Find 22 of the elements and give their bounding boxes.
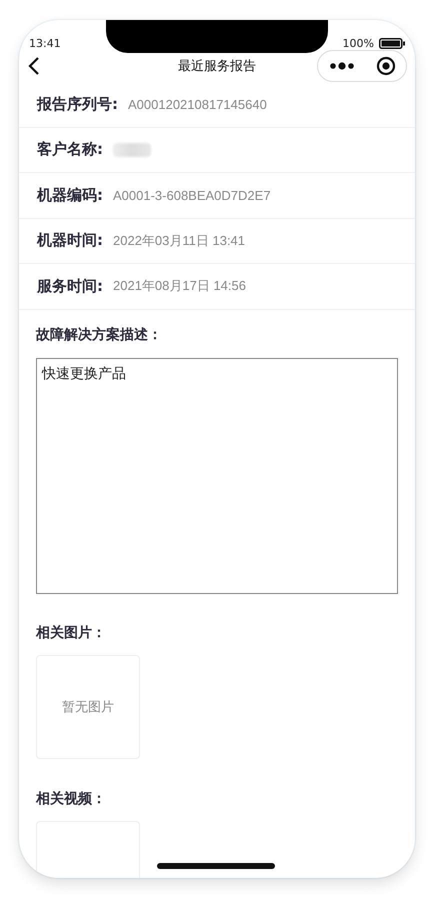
field-label: 机器编码: (37, 186, 103, 205)
section-label: 相关视频： (36, 790, 106, 808)
field-label: 客户名称: (37, 140, 103, 160)
battery-percent: 100% (342, 37, 374, 50)
field-label: 报告序列号: (37, 94, 118, 114)
empty-image-text: 暂无图片 (62, 698, 114, 716)
field-label: 服务时间: (37, 276, 103, 296)
battery-icon (379, 38, 405, 49)
back-button[interactable] (27, 56, 41, 76)
field-value: A000120210817145640 (128, 96, 267, 112)
field-label: 机器时间: (37, 231, 103, 250)
field-value: 2022年03月11日 13:41 (113, 232, 246, 250)
section-label: 相关图片： (36, 624, 106, 642)
section-label: 故障解决方案描述： (36, 326, 162, 344)
description-field[interactable]: 快速更换产品 (36, 358, 398, 594)
blurred-value (113, 142, 151, 157)
field-value: A0001-3-608BEA0D7D2E7 (113, 188, 271, 203)
page-title: 最近服务报告 (178, 59, 256, 74)
status-time: 13:41 (29, 37, 61, 50)
field-value: 2021年08月17日 14:56 (113, 277, 246, 296)
close-button[interactable] (376, 56, 396, 76)
more-button[interactable] (328, 62, 354, 70)
